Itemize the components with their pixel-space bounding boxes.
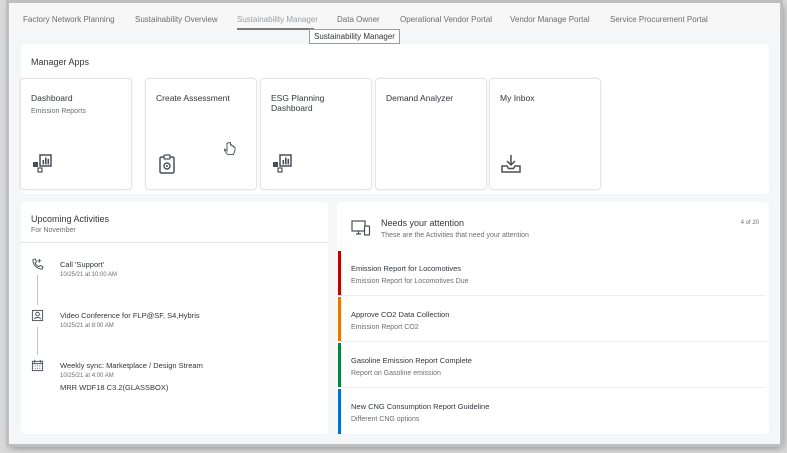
activity-time: 10/25/21 at 8:00 AM (60, 323, 114, 329)
tile-title: My Inbox (500, 93, 535, 103)
timeline-connector (37, 275, 38, 305)
activity-title: Call 'Support' (60, 260, 105, 269)
activities-subtitle: For November (31, 227, 76, 234)
attention-item-subtitle: Report on Gasoline emission (351, 370, 441, 377)
tile-esg-planning-dashboard[interactable]: ESG Planning Dashboard (260, 78, 372, 190)
app-window: Factory Network Planning Sustainability … (9, 3, 780, 444)
tile-title: Dashboard (31, 93, 73, 103)
activities-title: Upcoming Activities (31, 214, 110, 224)
timeline-connector (37, 327, 38, 355)
divider (21, 242, 328, 243)
calendar-icon (31, 359, 44, 372)
attention-item-subtitle: Different CNG options (351, 416, 420, 423)
attention-item-subtitle: Emission Report CO2 (351, 324, 419, 331)
tile-title: Create Assessment (156, 93, 230, 103)
manager-apps-title: Manager Apps (31, 57, 90, 67)
status-bar-orange (338, 297, 341, 341)
analytics-icon (33, 154, 52, 173)
activity-time: 10/25/21 at 4:00 AM (60, 373, 114, 379)
tab-operational-vendor-portal[interactable]: Operational Vendor Portal (400, 15, 492, 24)
tab-sustainability-overview[interactable]: Sustainability Overview (135, 15, 218, 24)
tile-create-assessment[interactable]: Create Assessment (145, 78, 257, 190)
attention-item-subtitle: Emission Report for Locomotives Due (351, 278, 469, 285)
tab-vendor-manage-portal[interactable]: Vendor Manage Portal (510, 15, 590, 24)
activity-title: Video Conference for FLP@SF, S4,Hybris (60, 311, 200, 320)
activity-title: Weekly sync: Marketplace / Design Stream (60, 361, 203, 370)
attention-item-title: New CNG Consumption Report Guideline (351, 402, 490, 411)
status-bar-red (338, 251, 341, 295)
tile-dashboard[interactable]: Dashboard Emission Reports (20, 78, 132, 190)
status-bar-blue (338, 389, 341, 434)
devices-icon (351, 220, 371, 236)
tab-factory-network-planning[interactable]: Factory Network Planning (23, 15, 115, 24)
person-card-icon (31, 309, 44, 322)
download-inbox-icon (501, 155, 521, 173)
attention-item-title: Emission Report for Locomotives (351, 264, 462, 273)
tile-title: Demand Analyzer (386, 93, 454, 103)
attention-item[interactable]: Emission Report for Locomotives Emission… (338, 251, 766, 296)
tab-service-procurement-portal[interactable]: Service Procurement Portal (610, 15, 708, 24)
phone-call-icon (32, 258, 44, 270)
active-tab-indicator (237, 28, 314, 30)
activity-time: 10/25/21 at 10:00 AM (60, 272, 118, 278)
activity-detail: MRR WDF18 C3.2(GLASSBOX) (60, 383, 169, 392)
upcoming-activities-card: Upcoming Activities For November Call 'S… (21, 202, 328, 434)
attention-item[interactable]: Approve CO2 Data Collection Emission Rep… (338, 297, 766, 342)
tab-data-owner[interactable]: Data Owner (337, 15, 380, 24)
tile-title: ESG Planning Dashboard (271, 93, 325, 113)
tile-subtitle: Emission Reports (31, 108, 86, 115)
attention-count: 4 of 20 (740, 220, 759, 226)
tab-tooltip: Sustainability Manager (309, 29, 400, 44)
tab-sustainability-manager[interactable]: Sustainability Manager (237, 15, 318, 24)
needs-attention-card: Needs your attention These are the Activ… (337, 202, 769, 434)
manager-apps-section: Manager Apps Dashboard Emission Reports … (20, 44, 769, 194)
tab-bar: Factory Network Planning Sustainability … (9, 3, 780, 31)
attention-item-title: Approve CO2 Data Collection (351, 310, 450, 319)
status-bar-green (338, 343, 341, 387)
analytics-icon (273, 154, 292, 173)
attention-item[interactable]: Gasoline Emission Report Complete Report… (338, 343, 766, 388)
attention-subtitle: These are the Activities that need your … (381, 232, 529, 239)
attention-item-title: Gasoline Emission Report Complete (351, 356, 472, 365)
hand-cursor-icon (224, 142, 236, 155)
tile-my-inbox[interactable]: My Inbox (489, 78, 601, 190)
attention-title: Needs your attention (381, 218, 465, 228)
attention-item[interactable]: New CNG Consumption Report Guideline Dif… (338, 389, 766, 434)
tile-demand-analyzer[interactable]: Demand Analyzer (375, 78, 487, 190)
clipboard-icon (159, 154, 175, 174)
